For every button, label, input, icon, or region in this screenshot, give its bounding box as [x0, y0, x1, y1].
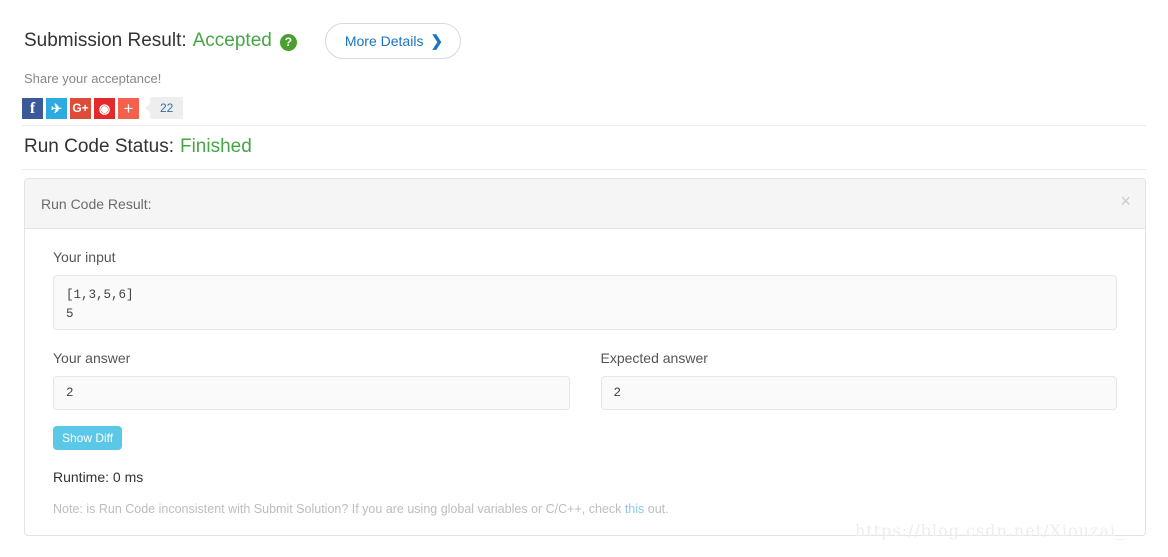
your-input-value: [1,3,5,6] 5 — [53, 275, 1117, 330]
twitter-icon[interactable]: ✈ — [46, 97, 67, 119]
note-this-link[interactable]: this — [625, 502, 644, 516]
weibo-icon[interactable]: ◉ — [94, 97, 115, 119]
more-share-icon[interactable]: + — [118, 97, 139, 119]
your-answer-value: 2 — [53, 376, 570, 410]
panel-body: Your input [1,3,5,6] 5 Your answer 2 Exp… — [25, 229, 1145, 516]
question-mark-circle-icon[interactable]: ? — [279, 33, 297, 51]
share-count-badge[interactable]: 22 — [144, 97, 184, 119]
divider-top — [22, 125, 1146, 126]
runtime-text: Runtime: 0 ms — [53, 469, 144, 485]
chevron-right-icon: ❯ — [430, 32, 444, 50]
more-details-label: More Details — [344, 33, 424, 49]
watermark: https://blog.csdn.net/Xiouzai_ — [855, 521, 1126, 540]
expected-answer-column: Expected answer 2 — [600, 350, 1117, 410]
expected-answer-label: Expected answer — [600, 350, 708, 366]
note-prefix: Note: is Run Code inconsistent with Subm… — [53, 502, 625, 516]
note-suffix: out. — [644, 502, 669, 516]
divider-bottom — [22, 169, 1146, 170]
answers-row: Your answer 2 Expected answer 2 — [53, 350, 1117, 410]
more-details-button[interactable]: More Details ❯ — [324, 23, 462, 59]
run-code-status-label: Run Code Status: — [24, 136, 174, 157]
submission-result-row: Submission Result: Accepted ? More Detai… — [24, 23, 462, 59]
note-text: Note: is Run Code inconsistent with Subm… — [53, 502, 1117, 516]
google-plus-icon[interactable]: G+ — [70, 97, 91, 119]
your-input-label: Your input — [53, 249, 116, 265]
run-code-status-row: Run Code Status: Finished — [24, 136, 252, 158]
submission-status-text: Accepted — [192, 30, 272, 51]
share-bar: f ✈ G+ ◉ + 22 — [22, 97, 184, 119]
your-answer-column: Your answer 2 — [53, 350, 570, 410]
share-caption: Share your acceptance! — [24, 71, 162, 86]
panel-header: Run Code Result: × — [25, 179, 1145, 229]
run-code-status-value: Finished — [179, 136, 252, 157]
facebook-icon[interactable]: f — [22, 97, 43, 119]
run-code-result-panel: Run Code Result: × Your input [1,3,5,6] … — [24, 178, 1146, 536]
close-icon[interactable]: × — [1120, 192, 1131, 210]
panel-title: Run Code Result: — [41, 195, 152, 212]
expected-answer-value: 2 — [600, 376, 1117, 410]
your-answer-label: Your answer — [53, 350, 131, 366]
show-diff-button[interactable]: Show Diff — [53, 426, 123, 450]
submission-result-label: Submission Result: — [24, 30, 187, 51]
